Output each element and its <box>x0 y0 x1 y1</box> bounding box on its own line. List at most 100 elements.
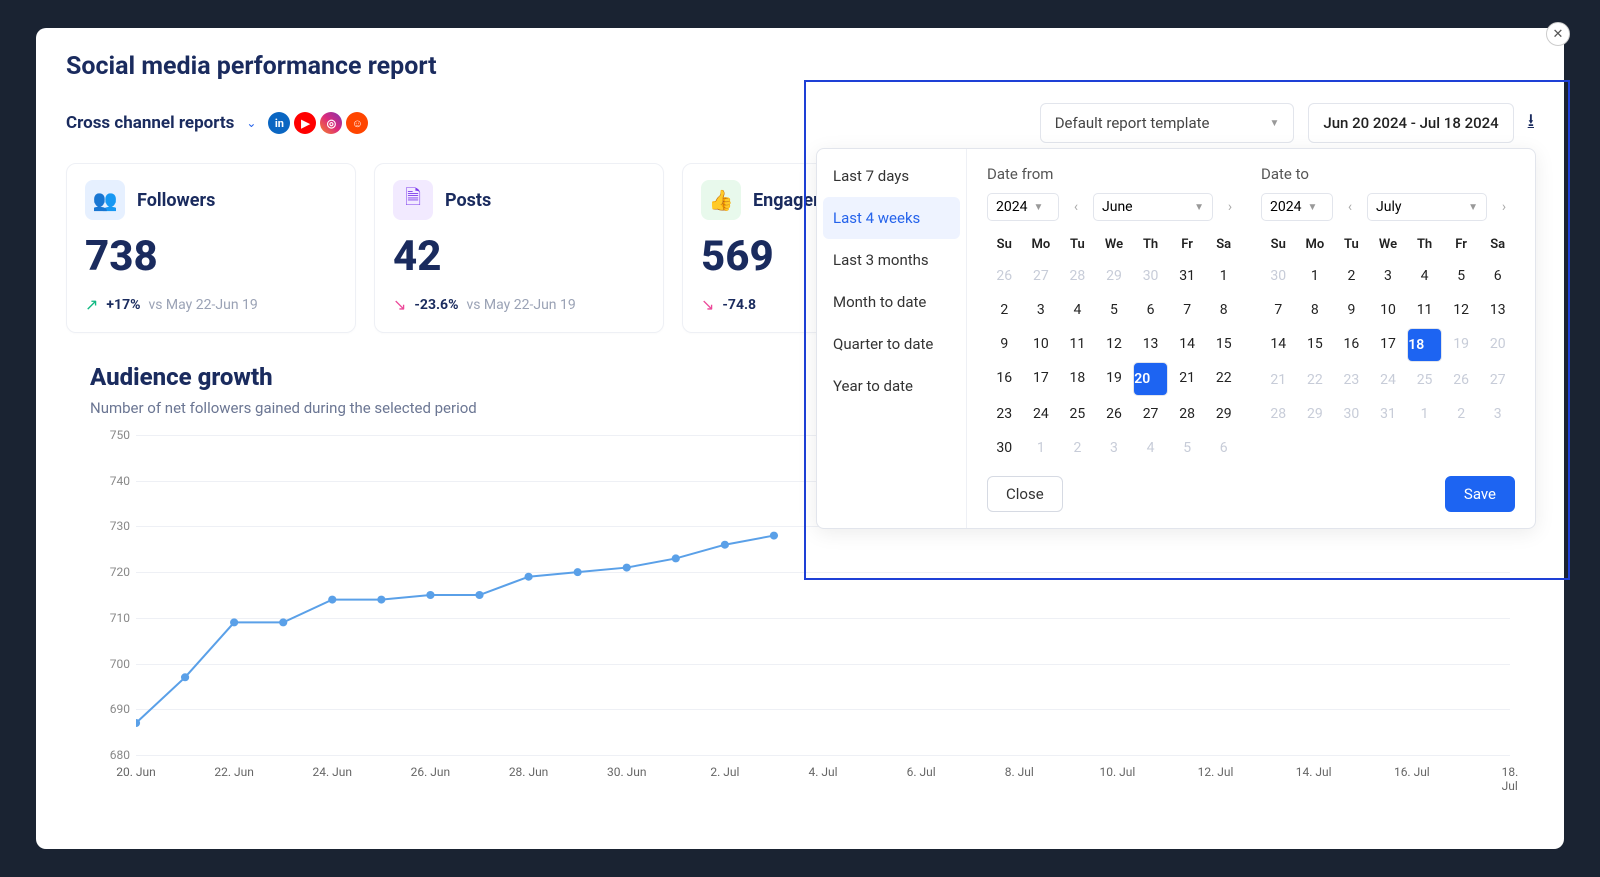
calendar-day[interactable]: 6 <box>1480 260 1515 292</box>
calendar-day[interactable]: 4 <box>1060 294 1095 326</box>
calendar-day[interactable]: 30 <box>987 432 1022 464</box>
calendar-day[interactable]: 6 <box>1133 294 1168 326</box>
calendar-day[interactable]: 3 <box>1371 260 1406 292</box>
calendar-day[interactable]: 8 <box>1298 294 1333 326</box>
calendar-day[interactable]: 30 <box>1133 260 1168 292</box>
calendar-day[interactable]: 10 <box>1024 328 1059 360</box>
calendar-day[interactable]: 9 <box>987 328 1022 360</box>
calendar-day[interactable]: 4 <box>1133 432 1168 464</box>
calendar-day[interactable]: 31 <box>1170 260 1205 292</box>
calendar-day[interactable]: 27 <box>1480 364 1515 396</box>
calendar-day[interactable]: 16 <box>1334 328 1369 362</box>
calendar-day[interactable]: 26 <box>987 260 1022 292</box>
calendar-day[interactable]: 18 <box>1060 362 1095 396</box>
calendar-day[interactable]: 30 <box>1261 260 1296 292</box>
calendar-day[interactable]: 28 <box>1170 398 1205 430</box>
prev-month-to[interactable]: ‹ <box>1339 199 1361 215</box>
prev-month-from[interactable]: ‹ <box>1065 199 1087 215</box>
calendar-day[interactable]: 24 <box>1024 398 1059 430</box>
calendar-day[interactable]: 28 <box>1261 398 1296 430</box>
save-button[interactable]: Save <box>1445 476 1515 512</box>
calendar-day[interactable]: 5 <box>1170 432 1205 464</box>
calendar-day[interactable]: 12 <box>1097 328 1132 360</box>
close-button[interactable]: Close <box>987 476 1063 512</box>
calendar-day[interactable]: 30 <box>1334 398 1369 430</box>
calendar-day[interactable]: 8 <box>1206 294 1241 326</box>
calendar-day[interactable]: 5 <box>1444 260 1479 292</box>
calendar-day[interactable]: 15 <box>1298 328 1333 362</box>
calendar-day[interactable]: 14 <box>1261 328 1296 362</box>
close-modal-button[interactable]: ✕ <box>1546 22 1570 46</box>
calendar-day[interactable]: 2 <box>1334 260 1369 292</box>
calendar-day[interactable]: 17 <box>1024 362 1059 396</box>
calendar-day[interactable]: 13 <box>1480 294 1515 326</box>
calendar-day[interactable]: 18 <box>1407 328 1442 362</box>
calendar-day[interactable]: 9 <box>1334 294 1369 326</box>
calendar-day[interactable]: 28 <box>1060 260 1095 292</box>
calendar-day[interactable]: 25 <box>1407 364 1442 396</box>
chevron-down-icon[interactable]: ⌄ <box>246 116 256 130</box>
calendar-day[interactable]: 2 <box>1444 398 1479 430</box>
preset-option[interactable]: Last 4 weeks <box>823 197 960 239</box>
calendar-day[interactable]: 3 <box>1097 432 1132 464</box>
calendar-day[interactable]: 6 <box>1206 432 1241 464</box>
calendar-day[interactable]: 14 <box>1170 328 1205 360</box>
calendar-day[interactable]: 15 <box>1206 328 1241 360</box>
next-month-to[interactable]: › <box>1493 199 1515 215</box>
calendar-day[interactable]: 7 <box>1261 294 1296 326</box>
calendar-day[interactable]: 7 <box>1170 294 1205 326</box>
calendar-day[interactable]: 20 <box>1480 328 1515 362</box>
calendar-day[interactable]: 19 <box>1097 362 1132 396</box>
calendar-day[interactable]: 13 <box>1133 328 1168 360</box>
calendar-day[interactable]: 19 <box>1444 328 1479 362</box>
calendar-day[interactable]: 22 <box>1206 362 1241 396</box>
calendar-day[interactable]: 20 <box>1133 362 1168 396</box>
calendar-day[interactable]: 29 <box>1097 260 1132 292</box>
calendar-day[interactable]: 31 <box>1371 398 1406 430</box>
year-select-to[interactable]: 2024▼ <box>1261 193 1333 221</box>
calendar-day[interactable]: 1 <box>1298 260 1333 292</box>
calendar-day[interactable]: 5 <box>1097 294 1132 326</box>
date-range-button[interactable]: Jun 20 2024 - Jul 18 2024 <box>1308 103 1513 143</box>
month-select-from[interactable]: June▼ <box>1093 193 1213 221</box>
calendar-day[interactable]: 24 <box>1371 364 1406 396</box>
month-select-to[interactable]: July▼ <box>1367 193 1487 221</box>
calendar-day[interactable]: 16 <box>987 362 1022 396</box>
calendar-day[interactable]: 1 <box>1024 432 1059 464</box>
calendar-day[interactable]: 1 <box>1407 398 1442 430</box>
calendar-day[interactable]: 23 <box>1334 364 1369 396</box>
calendar-day[interactable]: 22 <box>1298 364 1333 396</box>
calendar-day[interactable]: 1 <box>1206 260 1241 292</box>
calendar-day[interactable]: 21 <box>1170 362 1205 396</box>
calendar-day[interactable]: 17 <box>1371 328 1406 362</box>
preset-option[interactable]: Month to date <box>817 281 966 323</box>
calendar-day[interactable]: 29 <box>1206 398 1241 430</box>
calendar-day[interactable]: 2 <box>1060 432 1095 464</box>
toolbar: Cross channel reports ⌄ in ▶ ◎ ☺ Default… <box>66 103 1534 143</box>
calendar-day[interactable]: 11 <box>1060 328 1095 360</box>
calendar-day[interactable]: 27 <box>1133 398 1168 430</box>
calendar-day[interactable]: 29 <box>1298 398 1333 430</box>
calendar-day[interactable]: 4 <box>1407 260 1442 292</box>
calendar-day[interactable]: 3 <box>1024 294 1059 326</box>
next-month-from[interactable]: › <box>1219 199 1241 215</box>
preset-option[interactable]: Last 3 months <box>817 239 966 281</box>
preset-option[interactable]: Year to date <box>817 365 966 407</box>
calendar-day[interactable]: 26 <box>1097 398 1132 430</box>
calendar-day[interactable]: 2 <box>987 294 1022 326</box>
calendar-day[interactable]: 11 <box>1407 294 1442 326</box>
calendar-day[interactable]: 3 <box>1480 398 1515 430</box>
calendar-day[interactable]: 27 <box>1024 260 1059 292</box>
calendar-day[interactable]: 26 <box>1444 364 1479 396</box>
preset-option[interactable]: Last 7 days <box>817 155 966 197</box>
calendar-day[interactable]: 21 <box>1261 364 1296 396</box>
calendar-day[interactable]: 10 <box>1371 294 1406 326</box>
calendar-day[interactable]: 23 <box>987 398 1022 430</box>
calendar-day[interactable]: 12 <box>1444 294 1479 326</box>
template-select[interactable]: Default report template ▼ <box>1040 103 1295 143</box>
download-icon[interactable]: ⭳ <box>1528 108 1534 138</box>
date-picker: Last 7 daysLast 4 weeksLast 3 monthsMont… <box>816 148 1536 529</box>
year-select-from[interactable]: 2024▼ <box>987 193 1059 221</box>
calendar-day[interactable]: 25 <box>1060 398 1095 430</box>
preset-option[interactable]: Quarter to date <box>817 323 966 365</box>
